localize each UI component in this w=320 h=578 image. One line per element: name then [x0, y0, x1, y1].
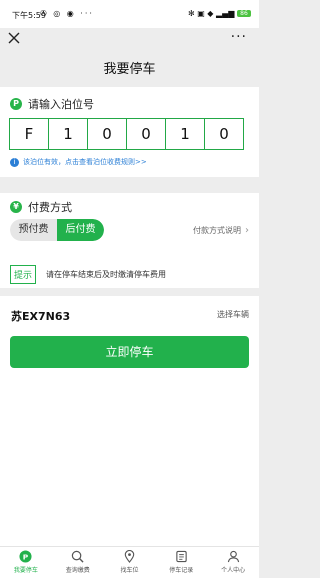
tip-badge: 提示 — [10, 265, 37, 284]
page-title: 我要停车 — [103, 62, 156, 77]
berth-char-box[interactable]: 0 — [205, 118, 244, 150]
berth-char-box[interactable]: 0 — [88, 118, 127, 150]
berth-card: P 请输入泊位号 F 1 0 0 1 0 i 该泊位有效，点击查看泊位收费规则>… — [0, 87, 259, 177]
status-notification-icons: ✇ ◎ ◉ ··· — [40, 9, 94, 18]
tab-profile[interactable]: 个人中心 — [207, 547, 259, 578]
berth-notice-text[interactable]: 该泊位有效，点击查看泊位收费规则>> — [23, 157, 147, 167]
tab-label: 我要停车 — [13, 567, 38, 574]
status-bar: 下午5:59 ✇ ◎ ◉ ··· ✻ ▣ ◆ ▂▄▆ 86 — [0, 0, 259, 28]
parking-icon: P — [10, 98, 22, 110]
signal-icons: ✻ ▣ ◆ ▂▄▆ — [187, 9, 235, 18]
vehicle-plate: 苏EX7N63 — [11, 310, 71, 323]
nav-bar: ··· 我要停车 — [0, 28, 259, 83]
tab-records[interactable]: 停车记录 — [155, 547, 207, 578]
payment-heading: ¥ 付费方式 — [10, 199, 72, 215]
payment-card: ¥ 付费方式 预付费 后付费 付款方式说明 › 提示 请在停车结束后及时缴清停车费… — [0, 193, 259, 288]
prepay-option[interactable]: 预付费 — [10, 219, 57, 241]
payment-description-link[interactable]: 付款方式说明 › — [193, 225, 249, 236]
tip-text: 请在停车结束后及时缴清停车费用 — [46, 270, 167, 279]
tab-park[interactable]: P 我要停车 — [0, 547, 52, 578]
location-pin-icon — [124, 550, 135, 563]
close-icon[interactable] — [7, 30, 21, 44]
tab-label: 停车记录 — [169, 567, 194, 574]
tab-find-space[interactable]: 找车位 — [104, 547, 156, 578]
document-icon — [176, 550, 187, 563]
berth-char-box[interactable]: 0 — [127, 118, 166, 150]
svg-text:P: P — [23, 552, 29, 561]
chevron-right-icon: › — [245, 225, 249, 236]
battery-icon: 86 — [237, 10, 251, 17]
tab-label: 个人中心 — [221, 567, 246, 574]
status-system-icons: ✻ ▣ ◆ ▂▄▆ 86 — [188, 9, 251, 18]
payment-type-toggle: 预付费 后付费 — [10, 219, 104, 241]
berth-rule-link[interactable]: i 该泊位有效，点击查看泊位收费规则>> — [10, 157, 147, 167]
payment-icon: ¥ — [10, 201, 22, 213]
person-icon — [227, 550, 239, 563]
vehicle-card: 苏EX7N63 选择车辆 立即停车 — [0, 296, 259, 546]
payment-tip: 提示 请在停车结束后及时缴清停车费用 — [10, 265, 166, 284]
info-icon: i — [10, 157, 19, 167]
tab-label: 查询缴费 — [65, 567, 90, 574]
berth-heading: P 请输入泊位号 — [10, 96, 94, 112]
berth-char-box[interactable]: 1 — [166, 118, 205, 150]
bottom-tab-bar: P 我要停车 查询缴费 找车位 停车记录 个人中心 — [0, 546, 259, 578]
berth-number-input[interactable]: F 1 0 0 1 0 — [9, 118, 244, 150]
payment-heading-label: 付费方式 — [28, 201, 72, 214]
select-vehicle-link[interactable]: 选择车辆 — [217, 309, 249, 320]
more-options-icon[interactable]: ··· — [231, 30, 247, 44]
berth-char-box[interactable]: 1 — [49, 118, 88, 150]
search-icon — [71, 550, 84, 563]
berth-char-box[interactable]: F — [9, 118, 49, 150]
tab-query-pay[interactable]: 查询缴费 — [52, 547, 104, 578]
parking-icon: P — [19, 550, 32, 563]
postpay-option[interactable]: 后付费 — [57, 219, 104, 241]
payment-description-label[interactable]: 付款方式说明 — [193, 226, 241, 235]
berth-heading-label: 请输入泊位号 — [28, 98, 94, 111]
tab-label: 找车位 — [120, 567, 139, 574]
park-now-button[interactable]: 立即停车 — [10, 336, 249, 368]
